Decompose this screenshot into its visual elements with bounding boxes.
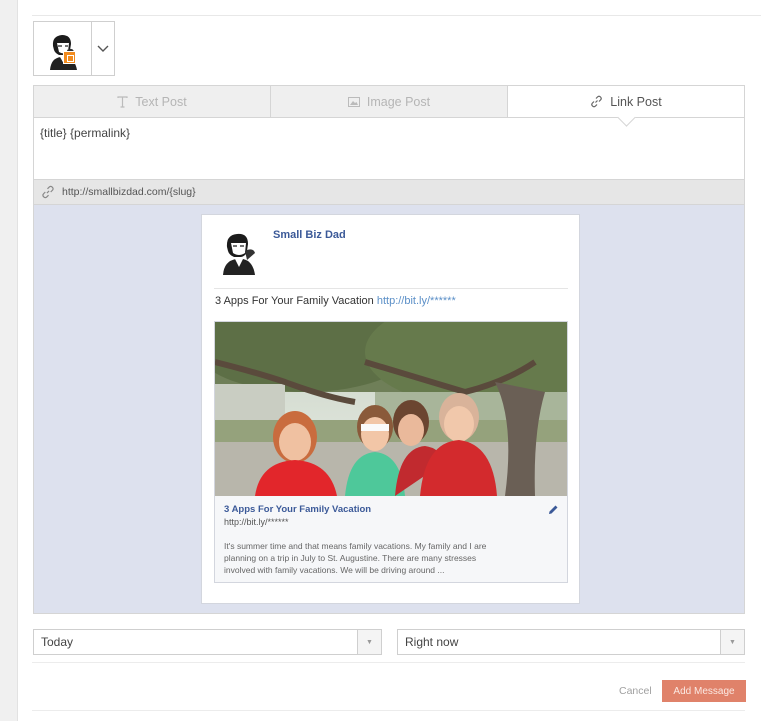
- blogger-badge-icon: [63, 51, 76, 64]
- post-preview-area: Small Biz Dad 3 Apps For Your Family Vac…: [33, 205, 745, 614]
- text-icon: [117, 95, 128, 108]
- profile-avatar-icon: [50, 35, 77, 70]
- composer-panel: Text Post Image Post Link Post {title} {…: [17, 0, 761, 721]
- date-dropdown-arrow-icon[interactable]: ▼: [357, 630, 381, 654]
- link-description: It's summer time and that means family v…: [224, 541, 487, 576]
- link-thumbnail-image: [215, 322, 567, 496]
- tab-image-post[interactable]: Image Post: [271, 86, 508, 117]
- time-select[interactable]: Right now ▼: [397, 629, 745, 655]
- date-select-value: Today: [41, 635, 74, 649]
- message-editor-text: {title} {permalink}: [40, 126, 131, 140]
- link-url: http://bit.ly/******: [224, 517, 289, 527]
- time-dropdown-arrow-icon[interactable]: ▼: [720, 630, 744, 654]
- bottom-divider: [32, 710, 745, 711]
- edit-pencil-icon[interactable]: [547, 504, 559, 516]
- link-title[interactable]: 3 Apps For Your Family Vacation: [224, 504, 371, 515]
- page-name: Small Biz Dad: [273, 229, 346, 241]
- post-message: 3 Apps For Your Family Vacation http://b…: [215, 295, 456, 307]
- account-dropdown-toggle[interactable]: [92, 22, 114, 75]
- tab-text-post-label: Text Post: [135, 94, 187, 109]
- link-attachment[interactable]: 3 Apps For Your Family Vacation http://b…: [214, 321, 568, 583]
- tab-link-post[interactable]: Link Post: [508, 86, 744, 117]
- post-message-link[interactable]: http://bit.ly/******: [377, 295, 456, 307]
- link-icon: [591, 95, 603, 108]
- post-message-text: 3 Apps For Your Family Vacation: [215, 295, 374, 307]
- facebook-post-preview: Small Biz Dad 3 Apps For Your Family Vac…: [201, 214, 580, 604]
- page-avatar: [223, 233, 255, 275]
- message-editor[interactable]: {title} {permalink}: [33, 117, 745, 180]
- tab-link-post-label: Link Post: [610, 94, 662, 109]
- date-select[interactable]: Today ▼: [33, 629, 382, 655]
- image-icon: [347, 96, 360, 107]
- preview-divider: [214, 288, 568, 289]
- tab-image-post-label: Image Post: [366, 94, 431, 109]
- top-divider: [32, 15, 761, 16]
- tab-text-post[interactable]: Text Post: [34, 86, 271, 117]
- link-url-bar[interactable]: http://smallbizdad.com/{slug}: [33, 180, 745, 205]
- post-type-tabs: Text Post Image Post Link Post: [33, 85, 745, 118]
- chevron-down-icon: [97, 45, 109, 52]
- account-avatar[interactable]: [34, 22, 92, 75]
- footer-divider: [32, 662, 745, 663]
- cancel-button[interactable]: Cancel: [619, 685, 652, 697]
- link-url-text: http://smallbizdad.com/{slug}: [62, 186, 196, 198]
- time-select-value: Right now: [405, 635, 459, 649]
- add-message-button[interactable]: Add Message: [662, 680, 746, 702]
- link-icon: [42, 185, 54, 199]
- account-selector[interactable]: [33, 21, 115, 76]
